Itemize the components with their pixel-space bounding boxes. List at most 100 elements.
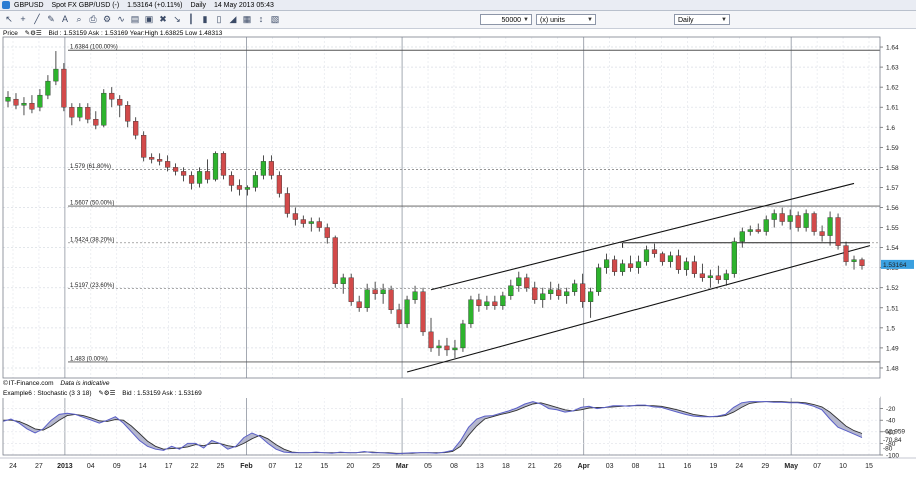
candle-body [157, 159, 163, 162]
candle [596, 263, 602, 296]
candle [93, 111, 99, 130]
candle-body [476, 299, 482, 306]
candle-body [332, 237, 338, 284]
candle [580, 273, 586, 308]
candle [436, 339, 442, 356]
candle [763, 215, 769, 236]
price-axis-label: 1.56 [886, 205, 899, 212]
candle-body [779, 213, 785, 222]
stoch-axis-label: -40 [886, 418, 896, 425]
candle [21, 97, 27, 116]
candle [691, 255, 697, 278]
candle-body [564, 291, 570, 296]
candle-body [276, 175, 282, 194]
last-price-label: 1.53164 [883, 262, 907, 269]
date-axis-label: 26 [554, 463, 562, 470]
candle-body [252, 175, 259, 188]
stoch-panel-info: Bid : 1.53159 Ask : 1.53169 [122, 390, 202, 397]
candle [173, 163, 179, 176]
candle-body [133, 121, 139, 136]
date-axis-label: 15 [320, 463, 328, 470]
candle-body [524, 277, 530, 288]
date-axis-label: 07 [268, 463, 276, 470]
date-axis-label: 05 [424, 463, 432, 470]
chart-area[interactable]: 1.6384 (100.00%) 1.579 (61.80%) 1.5607 (50… [0, 0, 916, 481]
candle [803, 209, 809, 232]
candle [771, 209, 777, 228]
candle [204, 159, 211, 184]
candle-body [516, 277, 522, 286]
candle-body [691, 261, 697, 274]
candle-body [77, 107, 83, 118]
stoch-panel-header: Example6 : Stochastic (3 3 18) ✎⚙☰ Bid :… [0, 389, 880, 398]
stochastic-axis: -20-40-60-80-100-62.959-70.84-80 [880, 406, 905, 460]
candle [13, 93, 19, 110]
candle-body [372, 289, 378, 294]
candle-body [29, 102, 35, 110]
candle-body [61, 68, 67, 108]
candle [508, 279, 514, 300]
candle-body [173, 167, 179, 172]
price-axis-label: 1.5 [886, 325, 895, 332]
candle-body [556, 289, 562, 296]
candle-body [260, 161, 266, 176]
date-axis-label: 18 [502, 463, 510, 470]
candle [252, 171, 259, 192]
price-axis-label: 1.48 [886, 365, 899, 372]
date-axis-label: 09 [113, 463, 121, 470]
candle-body [188, 175, 195, 184]
candle [420, 287, 426, 336]
stoch-readout: -80 [883, 445, 893, 452]
candle [348, 273, 354, 306]
candle [117, 95, 123, 118]
date-axis-label: Feb [240, 463, 252, 470]
candle [428, 317, 434, 352]
candle-body [604, 259, 610, 268]
candle-body [460, 323, 466, 349]
candle [795, 211, 801, 232]
candle [819, 225, 825, 242]
candle [468, 295, 474, 328]
candle [85, 103, 91, 124]
price-axis-label: 1.55 [886, 225, 899, 232]
candle [228, 171, 235, 192]
candle-body [165, 161, 171, 168]
candle-body [532, 287, 538, 300]
candle-body [117, 98, 123, 106]
price-axis-label: 1.62 [886, 85, 899, 92]
candle [611, 255, 618, 276]
candle [292, 207, 298, 226]
candle-body [843, 245, 849, 262]
candle-body [220, 153, 227, 176]
candle-body [787, 215, 793, 222]
candle [300, 215, 306, 228]
candle-body [484, 301, 490, 306]
candle-body [196, 171, 203, 184]
candle-body [212, 153, 219, 180]
candle-body [53, 68, 59, 82]
candle [109, 87, 115, 108]
candle [101, 89, 107, 128]
stoch-axis-label: -20 [886, 406, 896, 413]
candle-body [835, 217, 841, 246]
candle [811, 211, 817, 236]
candle-body [811, 213, 817, 232]
date-axis-label: 04 [87, 463, 95, 470]
candle [69, 103, 75, 126]
candle-body [540, 293, 546, 300]
trend-channel [406, 182, 871, 373]
candle [516, 271, 522, 292]
candle [165, 155, 171, 172]
date-axis-label: 24 [9, 463, 17, 470]
candle [604, 253, 610, 274]
candle-body [596, 267, 602, 292]
panel-settings-icon[interactable]: ✎⚙☰ [98, 390, 115, 397]
candle-body [236, 185, 243, 190]
fibonacci-level-label: 1.579 (61.80%) [70, 164, 111, 170]
candle-body [588, 291, 594, 302]
candle-body [500, 295, 506, 306]
candle [556, 283, 562, 300]
candle-body [747, 229, 753, 232]
fibonacci-level-label: 1.5424 (38.20%) [70, 237, 114, 243]
candle-body [340, 277, 346, 284]
